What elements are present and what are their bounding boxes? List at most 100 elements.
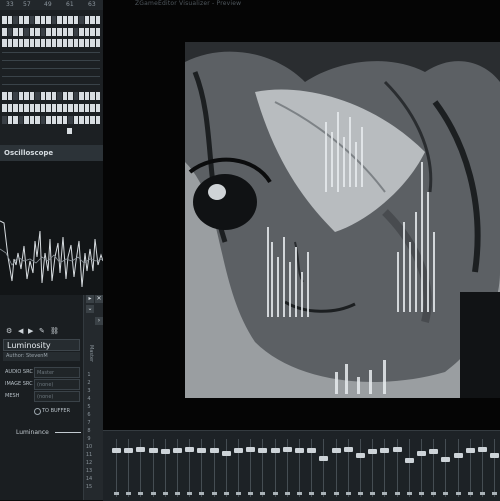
- send-switch[interactable]: [248, 492, 254, 495]
- to-buffer-button[interactable]: TO BUFFER: [42, 408, 70, 414]
- mixer-channel: [233, 439, 244, 497]
- link-icon[interactable]: ⛓: [50, 327, 59, 335]
- volume-fader[interactable]: [270, 448, 280, 453]
- volume-fader[interactable]: [392, 447, 402, 452]
- volume-fader[interactable]: [246, 447, 256, 452]
- volume-fader[interactable]: [221, 451, 231, 456]
- volume-fader[interactable]: [343, 447, 353, 452]
- send-switch[interactable]: [443, 492, 449, 495]
- insert-number: 12: [85, 460, 93, 466]
- to-buffer-icon[interactable]: [34, 408, 41, 415]
- send-switch[interactable]: [272, 492, 278, 495]
- volume-fader[interactable]: [209, 448, 219, 453]
- send-switch[interactable]: [309, 492, 315, 495]
- step-row[interactable]: [2, 104, 100, 112]
- send-switch[interactable]: [284, 492, 290, 495]
- send-switch[interactable]: [492, 492, 498, 495]
- save-icon[interactable]: ✎: [39, 327, 45, 335]
- volume-fader[interactable]: [295, 448, 304, 453]
- send-switch[interactable]: [358, 492, 363, 495]
- volume-fader[interactable]: [136, 447, 146, 452]
- volume-fader[interactable]: [441, 457, 451, 462]
- send-switch[interactable]: [297, 492, 302, 495]
- volume-fader[interactable]: [356, 453, 365, 458]
- insert-number: 2: [87, 380, 91, 386]
- settings-icon[interactable]: ⚙: [6, 327, 12, 335]
- audio-src-select[interactable]: Master: [34, 367, 80, 378]
- image-src-select[interactable]: (none): [34, 379, 80, 390]
- send-switch[interactable]: [114, 492, 119, 495]
- volume-fader[interactable]: [490, 453, 500, 458]
- send-switch[interactable]: [394, 492, 400, 495]
- mixer-channel: [282, 439, 293, 497]
- send-switch[interactable]: [126, 492, 132, 495]
- send-switch[interactable]: [419, 492, 424, 495]
- volume-fader[interactable]: [112, 448, 121, 453]
- volume-fader[interactable]: [453, 453, 463, 458]
- step-row[interactable]: [2, 39, 100, 47]
- strip-label: Master: [88, 345, 94, 363]
- oscilloscope-panel: Oscilloscope: [0, 145, 104, 295]
- send-switch[interactable]: [333, 492, 339, 495]
- next-preset-icon[interactable]: ▶: [28, 327, 33, 335]
- send-switch[interactable]: [382, 492, 388, 495]
- send-switch[interactable]: [211, 492, 217, 495]
- send-switch[interactable]: [150, 492, 156, 495]
- send-switch[interactable]: [406, 492, 412, 495]
- volume-fader[interactable]: [307, 448, 317, 453]
- volume-fader[interactable]: [429, 449, 439, 454]
- preset-name[interactable]: Luminosity: [3, 339, 80, 351]
- volume-fader[interactable]: [124, 448, 134, 453]
- mixer-channel: [245, 439, 256, 497]
- send-switch[interactable]: [467, 492, 473, 495]
- volume-fader[interactable]: [197, 448, 207, 453]
- volume-fader[interactable]: [380, 448, 390, 453]
- volume-fader[interactable]: [148, 448, 158, 453]
- send-switch[interactable]: [175, 492, 180, 495]
- volume-fader[interactable]: [173, 448, 182, 453]
- volume-fader[interactable]: [282, 447, 292, 452]
- bar-ruler[interactable]: 33 57 49 61 63: [0, 0, 103, 10]
- volume-fader[interactable]: [319, 456, 329, 461]
- step-row[interactable]: [2, 28, 100, 36]
- volume-fader[interactable]: [160, 449, 170, 454]
- send-switch[interactable]: [455, 492, 461, 495]
- send-switch[interactable]: [321, 492, 327, 495]
- insert-number: 13: [85, 468, 93, 474]
- volume-fader[interactable]: [478, 447, 487, 452]
- send-switch[interactable]: [138, 492, 144, 495]
- send-switch[interactable]: [345, 492, 351, 495]
- send-switch[interactable]: [199, 492, 205, 495]
- volume-fader[interactable]: [234, 448, 243, 453]
- step-row[interactable]: [2, 16, 100, 24]
- send-switch[interactable]: [260, 492, 266, 495]
- grid-line: [2, 84, 100, 85]
- volume-fader[interactable]: [258, 448, 268, 453]
- volume-fader[interactable]: [368, 449, 378, 454]
- luminance-slider[interactable]: [55, 432, 81, 433]
- send-switch[interactable]: [370, 492, 376, 495]
- volume-fader[interactable]: [417, 451, 426, 456]
- volume-fader[interactable]: [404, 458, 414, 463]
- send-switch[interactable]: [236, 492, 241, 495]
- mixer-channel: [440, 439, 451, 497]
- mesh-select[interactable]: (none): [34, 391, 80, 402]
- scroll-handle[interactable]: [67, 128, 72, 134]
- menu-icon[interactable]: ⌄: [86, 305, 94, 313]
- send-switch[interactable]: [480, 492, 485, 495]
- send-switch[interactable]: [162, 492, 168, 495]
- volume-fader[interactable]: [465, 448, 475, 453]
- close-icon[interactable]: ✕: [95, 295, 103, 303]
- send-switch[interactable]: [187, 492, 193, 495]
- volume-fader[interactable]: [331, 448, 341, 453]
- step-row[interactable]: [2, 116, 100, 124]
- send-switch[interactable]: [431, 492, 437, 495]
- mixer-channel: [331, 439, 342, 497]
- arrow-right-icon[interactable]: ›: [95, 317, 103, 325]
- volume-fader[interactable]: [185, 447, 195, 452]
- fader-track: [421, 439, 422, 497]
- arrow-right-icon[interactable]: ▸: [86, 295, 94, 303]
- prev-preset-icon[interactable]: ◀: [18, 327, 23, 335]
- step-row[interactable]: [2, 92, 100, 100]
- send-switch[interactable]: [223, 492, 229, 495]
